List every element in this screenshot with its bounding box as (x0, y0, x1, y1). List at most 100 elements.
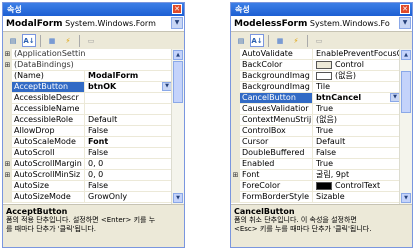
categorized-icon[interactable]: ▤ (234, 34, 248, 47)
property-value: 0, 0 (88, 159, 104, 168)
property-value-cell[interactable]: (없음) (313, 71, 400, 81)
scrollbar[interactable]: ▲ ▼ (171, 49, 184, 204)
property-row[interactable]: ⊞ Font 굴림, 9pt (231, 170, 400, 181)
property-value-cell[interactable]: False (313, 148, 400, 158)
property-value-cell[interactable]: ModalForm (85, 71, 172, 81)
property-row[interactable]: ControlBox True (231, 126, 400, 137)
property-value-cell[interactable]: True (313, 159, 400, 169)
property-value: (없음) (316, 115, 337, 124)
close-icon[interactable]: ✕ (400, 4, 410, 14)
scrollbar[interactable]: ▲ ▼ (399, 49, 412, 204)
scroll-down-icon[interactable]: ▼ (401, 193, 411, 203)
scroll-up-icon[interactable]: ▲ (173, 50, 183, 60)
expand-icon[interactable]: ⊞ (231, 170, 240, 180)
property-value-cell[interactable]: 0, 0 (85, 159, 172, 169)
property-row[interactable]: AcceptButton btnOK ▼ (3, 82, 172, 93)
property-row[interactable]: Cursor Default (231, 137, 400, 148)
expand-icon[interactable]: ⊞ (3, 49, 12, 59)
property-name: AutoValidate (240, 49, 313, 59)
property-value-cell[interactable]: True (313, 104, 400, 114)
property-value-cell[interactable]: False (85, 126, 172, 136)
property-row[interactable]: AutoScaleMode Font (3, 137, 172, 148)
property-row[interactable]: AccessibleDescr (3, 93, 172, 104)
property-row[interactable]: AutoScroll False (3, 148, 172, 159)
property-value-cell[interactable]: Font (85, 137, 172, 147)
object-selector[interactable]: ModelessForm System.Windows.Fo ▼ (231, 16, 412, 32)
category-row[interactable]: ⊞ (DataBindings) (3, 60, 172, 71)
property-value-cell[interactable]: EnablePreventFocusCha (313, 49, 400, 59)
property-grid: AutoValidateEnablePreventFocusChaBackCol… (231, 49, 400, 204)
scroll-thumb[interactable] (401, 71, 411, 113)
property-row[interactable]: ForeColor ControlText (231, 181, 400, 192)
object-name: ModalForm (6, 19, 63, 29)
property-value-cell[interactable]: btnOK ▼ (85, 82, 172, 92)
scroll-down-icon[interactable]: ▼ (173, 193, 183, 203)
property-row[interactable]: AccessibleName (3, 104, 172, 115)
property-value-cell[interactable]: False (85, 148, 172, 158)
property-value-cell[interactable]: GrowOnly (85, 192, 172, 202)
property-value-cell[interactable]: Control (313, 60, 400, 70)
property-row[interactable]: AutoSize False (3, 181, 172, 192)
alphabetical-icon[interactable]: A↓ (22, 34, 36, 47)
property-value: Default (88, 115, 118, 124)
property-value-cell[interactable]: 굴림, 9pt (313, 170, 400, 180)
toolbar-separator (307, 34, 308, 47)
property-name: CausesValidatior (240, 104, 313, 114)
property-row[interactable]: ⊞ AutoScrollMinSiz 0, 0 (3, 170, 172, 181)
property-value: GrowOnly (88, 192, 128, 201)
property-row[interactable]: ⊞ AutoScrollMargin 0, 0 (3, 159, 172, 170)
property-row[interactable]: CancelButton btnCancel ▼ (231, 93, 400, 104)
property-row[interactable]: AllowDrop False (3, 126, 172, 137)
category-row[interactable]: ⊞ (ApplicationSettin (3, 49, 172, 60)
property-grid: ⊞ (ApplicationSettin ⊞ (DataBindings) (Name)… (3, 49, 172, 204)
expand-icon[interactable]: ⊞ (3, 60, 12, 70)
property-value-cell[interactable]: True (313, 126, 400, 136)
property-value-cell[interactable]: ControlText (313, 181, 400, 191)
row-gutter (231, 49, 240, 59)
row-gutter (3, 181, 12, 191)
property-name: (DataBindings) (14, 60, 74, 69)
events-icon[interactable]: ⚡ (61, 34, 75, 47)
property-row[interactable]: CausesValidatior True (231, 104, 400, 115)
property-value-cell[interactable]: Sizable (313, 192, 400, 202)
object-selector[interactable]: ModalForm System.Windows.Form ▼ (3, 16, 184, 32)
property-value-cell[interactable]: (없음) (313, 115, 400, 125)
property-row[interactable]: DoubleBuffered False (231, 148, 400, 159)
property-value-cell[interactable]: Tile (313, 82, 400, 92)
property-row[interactable]: AccessibleRole Default (3, 115, 172, 126)
property-row[interactable]: AutoValidateEnablePreventFocusCha (231, 49, 400, 60)
property-row[interactable]: BackColor Control (231, 60, 400, 71)
property-name: FormBorderStyle (240, 192, 313, 202)
property-value-cell[interactable] (85, 104, 172, 114)
expand-icon[interactable]: ⊞ (3, 159, 12, 169)
property-row[interactable]: FormBorderStyle Sizable (231, 192, 400, 203)
property-value-cell[interactable]: False (85, 181, 172, 191)
chevron-down-icon[interactable]: ▼ (399, 17, 411, 29)
categorized-icon[interactable]: ▤ (6, 34, 20, 47)
property-pages-icon[interactable]: ▭ (312, 34, 326, 47)
property-value: False (88, 181, 109, 190)
scroll-up-icon[interactable]: ▲ (401, 50, 411, 60)
properties-icon[interactable]: ▦ (273, 34, 287, 47)
property-pages-icon[interactable]: ▭ (84, 34, 98, 47)
property-value-cell[interactable]: Default (85, 115, 172, 125)
alphabetical-icon[interactable]: A↓ (250, 34, 264, 47)
property-value-cell[interactable] (85, 93, 172, 103)
events-icon[interactable]: ⚡ (289, 34, 303, 47)
expand-icon[interactable]: ⊞ (3, 170, 12, 180)
property-value-cell[interactable]: Default (313, 137, 400, 147)
description-text-line1: 폼의 취소 단추입니다. 이 속성을 설정하면 (234, 216, 357, 224)
property-row[interactable]: Enabled True (231, 159, 400, 170)
chevron-down-icon[interactable]: ▼ (171, 17, 183, 29)
property-value-cell[interactable]: 0, 0 (85, 170, 172, 180)
property-value-cell[interactable]: btnCancel ▼ (313, 93, 400, 103)
window-title: 속성 (7, 5, 22, 14)
scroll-thumb[interactable] (173, 61, 183, 103)
property-row[interactable]: AutoSizeMode GrowOnly (3, 192, 172, 203)
property-row[interactable]: (Name) ModalForm (3, 71, 172, 82)
property-row[interactable]: BackgroundImag (없음) (231, 71, 400, 82)
property-row[interactable]: BackgroundImag Tile (231, 82, 400, 93)
close-icon[interactable]: ✕ (172, 4, 182, 14)
property-row[interactable]: ContextMenuStrij (없음) (231, 115, 400, 126)
properties-icon[interactable]: ▦ (45, 34, 59, 47)
